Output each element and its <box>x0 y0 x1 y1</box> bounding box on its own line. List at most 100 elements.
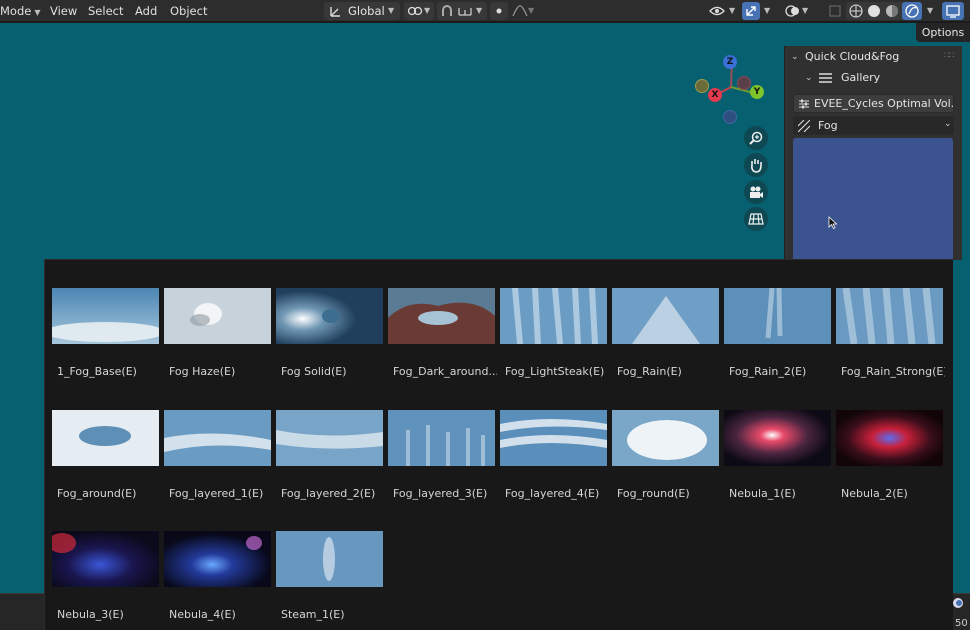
gizmo-y-ball[interactable]: Y <box>750 85 764 99</box>
menu-object[interactable]: Object <box>170 0 207 22</box>
hamburger-menu-icon <box>819 73 832 83</box>
gizmo-x-ball[interactable]: X <box>708 88 722 102</box>
gallery-item-label: 1_Fog_Base(E) <box>57 365 137 378</box>
frame-number: 50 <box>955 618 968 629</box>
fog-around-thumbnail <box>52 410 159 466</box>
pivot-point-dropdown[interactable]: ▼ <box>404 2 434 20</box>
gallery-preview-box[interactable] <box>793 138 953 260</box>
preset-label: EVEE_Cycles Optimal Vol... <box>814 97 954 110</box>
chevron-down-icon[interactable]: ▼ <box>764 0 770 22</box>
gizmo-toggle[interactable] <box>742 2 760 20</box>
pan-button[interactable] <box>744 153 768 177</box>
zoom-icon <box>749 131 763 145</box>
snapping-dropdown[interactable]: ▼ <box>437 2 487 20</box>
gallery-item-label: Steam_1(E) <box>281 608 345 621</box>
falloff-curve-icon <box>512 5 528 17</box>
pivot-link-icon <box>407 6 423 16</box>
gallery-item-label: Nebula_2(E) <box>841 487 908 500</box>
category-dropdown[interactable]: Fog ⌄ <box>793 116 954 135</box>
fog-layered-2-thumbnail <box>276 410 383 466</box>
transform-orientation-label: Global <box>348 4 385 18</box>
chevron-down-icon: ⌄ <box>791 52 799 62</box>
wireframe-shading-icon[interactable] <box>849 4 863 18</box>
menu-view[interactable]: View <box>50 0 77 22</box>
status-icon <box>953 598 963 608</box>
fog-base-thumbnail <box>52 288 159 344</box>
gallery-item-label: Fog_layered_1(E) <box>169 487 264 500</box>
drag-handle-icon[interactable]: ∷∷ <box>944 46 955 66</box>
chevron-down-icon[interactable]: ▼ <box>927 0 933 22</box>
grid-icon <box>748 213 764 225</box>
fog-layered-4-thumbnail <box>500 410 607 466</box>
xray-icon <box>829 5 841 17</box>
gizmo-neg-z-ball[interactable] <box>723 110 737 124</box>
gizmo-z-ball[interactable]: Z <box>723 55 737 69</box>
nebula-4-thumbnail <box>164 531 271 587</box>
proportional-edit-toggle[interactable] <box>490 2 508 20</box>
editor-window-icon <box>946 5 960 18</box>
snap-increment-icon <box>458 8 472 16</box>
rendered-shading-icon <box>905 4 919 18</box>
status-bar-left <box>0 593 44 630</box>
viewport-header: Mode ▼ View Select Add Object Global ▼ ▼ … <box>0 0 970 22</box>
fog-dark-around-thumbnail <box>388 288 495 344</box>
fog-rain-thumbnail <box>612 288 719 344</box>
fog-rain-2-thumbnail <box>724 288 831 344</box>
falloff-dropdown[interactable]: ▼ <box>510 2 536 20</box>
gallery-item-label: Fog_round(E) <box>617 487 690 500</box>
sidebar-toggle[interactable] <box>942 2 964 20</box>
hatch-pattern-icon <box>798 120 810 132</box>
chevron-down-icon: ▼ <box>802 6 809 15</box>
fog-layered-1-thumbnail <box>164 410 271 466</box>
fog-haze-thumbnail <box>164 288 271 344</box>
solid-shading-icon[interactable] <box>867 4 881 18</box>
chevron-down-icon: ▼ <box>476 6 483 15</box>
gizmo-neg-y-ball[interactable] <box>695 79 709 93</box>
xray-toggle[interactable] <box>826 2 844 20</box>
sidebar-panel: ⌄ Quick Cloud&Fog ∷∷ ⌄ Gallery EVEE_Cycl… <box>784 46 962 260</box>
gallery-item-label: Fog_Rain_Strong(E) <box>841 365 945 378</box>
orientation-axes-icon <box>330 7 340 17</box>
gallery-item-label: Nebula_4(E) <box>169 608 236 621</box>
overlays-icon <box>785 5 799 17</box>
overlays-dropdown[interactable]: ▼ <box>782 2 810 20</box>
chevron-down-icon: ⌄ <box>805 73 813 83</box>
gallery-item-label: Fog_layered_4(E) <box>505 487 600 500</box>
nebula-3-thumbnail <box>52 531 159 587</box>
menu-add[interactable]: Add <box>135 0 157 22</box>
ortho-toggle-button[interactable] <box>744 207 768 231</box>
camera-icon <box>750 186 763 198</box>
gallery-item-label: Fog Haze(E) <box>169 365 236 378</box>
preset-select-button[interactable]: EVEE_Cycles Optimal Vol... <box>793 94 954 113</box>
visibility-dropdown[interactable]: ▼ <box>706 2 740 20</box>
gizmo-neg-x-ball[interactable] <box>737 76 751 90</box>
chevron-down-icon: ▼ <box>528 6 535 15</box>
gallery-item-label: Fog_Dark_around... <box>393 365 497 378</box>
eye-icon <box>709 6 725 16</box>
gallery-subpanel-header[interactable]: ⌄ Gallery <box>785 68 963 88</box>
steam-1-thumbnail <box>276 531 383 587</box>
gallery-item-label: Fog_LightSteak(E) <box>505 365 605 378</box>
mode-label: Mode <box>0 4 32 18</box>
hand-icon <box>751 159 762 173</box>
menu-select[interactable]: Select <box>88 0 123 22</box>
gallery-item-label: Fog_Rain(E) <box>617 365 682 378</box>
options-button[interactable]: Options <box>916 23 970 42</box>
magnet-icon <box>442 5 452 16</box>
gallery-item-label: Fog_layered_3(E) <box>393 487 488 500</box>
mode-dropdown[interactable]: Mode ▼ <box>0 0 41 22</box>
camera-view-button[interactable] <box>744 180 768 204</box>
fog-layered-3-thumbnail <box>388 410 495 466</box>
zoom-button[interactable] <box>744 126 768 150</box>
chevron-down-icon: ▼ <box>729 6 736 15</box>
transform-orientation-dropdown[interactable]: Global ▼ <box>324 2 400 20</box>
nebula-2-thumbnail <box>836 410 943 466</box>
fog-round-thumbnail <box>612 410 719 466</box>
mouse-cursor-icon <box>828 216 838 230</box>
gallery-item-label: Nebula_3(E) <box>57 608 124 621</box>
material-shading-icon[interactable] <box>885 4 899 18</box>
quick-cloud-fog-panel-header[interactable]: ⌄ Quick Cloud&Fog ∷∷ <box>785 47 963 67</box>
chevron-down-icon: ⌄ <box>944 119 952 129</box>
rendered-shading-button[interactable] <box>902 2 922 20</box>
chevron-down-icon: ▼ <box>388 6 395 15</box>
